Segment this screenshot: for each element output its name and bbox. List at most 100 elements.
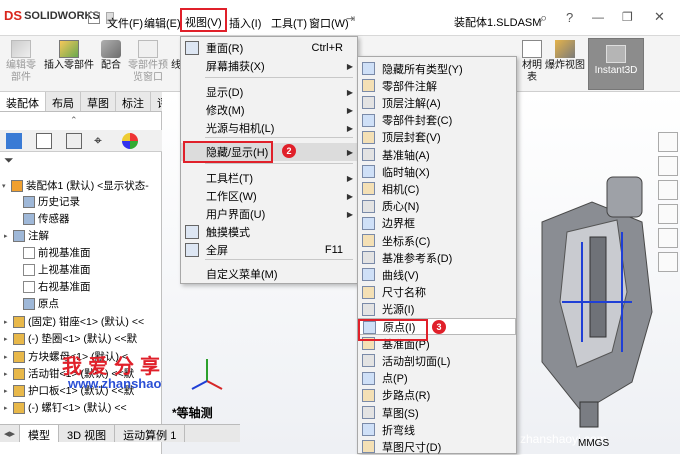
file-explorer-icon[interactable] — [658, 180, 678, 200]
submenu-item-bend-line[interactable]: 折弯线 — [358, 421, 516, 438]
tree-expand-icon[interactable]: ▸ — [4, 404, 12, 412]
mate-button[interactable]: 配合 — [98, 38, 124, 90]
submenu-item-temp-axis[interactable]: 临时轴(X) — [358, 163, 516, 180]
home-icon[interactable] — [88, 12, 100, 24]
ds-logo-icon: DS — [4, 8, 23, 23]
tree-item[interactable]: ▸ 注解 — [0, 227, 49, 244]
menu-tools[interactable]: 工具(T) — [268, 13, 310, 33]
tree-item[interactable]: 前视基准面 — [0, 244, 91, 261]
tree-item-label: 装配体1 (默认) <显示状态- — [26, 180, 149, 192]
menu-item-toolbars[interactable]: 工具栏(T) ▶ — [181, 169, 357, 187]
close-icon[interactable]: ✕ — [654, 9, 665, 25]
tree-expand-icon[interactable]: ▸ — [4, 387, 12, 395]
tab-annotation[interactable]: 标注 — [116, 92, 151, 111]
tab-sketch[interactable]: 草图 — [81, 92, 116, 111]
menu-insert[interactable]: 插入(I) — [226, 13, 264, 33]
tree-expand-icon[interactable]: ▸ — [4, 232, 12, 240]
submenu-item-top-envelope[interactable]: 顶层封套(V) — [358, 129, 516, 146]
instant3d-button[interactable]: Instant3D — [588, 38, 644, 90]
instant3d-label: Instant3D — [594, 65, 638, 76]
submenu-item-point[interactable]: 点(P) — [358, 370, 516, 387]
menu-item-user-interface[interactable]: 用户界面(U) ▶ — [181, 205, 357, 223]
help-icon[interactable]: ? — [566, 10, 573, 25]
menu-item-lights-cameras[interactable]: 光源与相机(L) ▶ — [181, 119, 357, 137]
curve-icon — [362, 268, 375, 282]
menu-window[interactable]: 窗口(W) — [306, 13, 352, 33]
menu-file[interactable]: 文件(F) — [104, 13, 146, 33]
menu-item-workspace[interactable]: 工作区(W) ▶ — [181, 187, 357, 205]
submenu-item-reference-frame[interactable]: 基准参考系(D) — [358, 249, 516, 266]
property-manager-icon[interactable] — [36, 133, 52, 149]
tree-item[interactable]: ▸ (-) 螺钉<1> (默认) << — [0, 399, 127, 416]
tab-nav-arrows-icon[interactable]: ◂▸ — [0, 425, 21, 442]
tree-expand-icon[interactable]: ▾ — [2, 182, 10, 190]
funnel-icon[interactable]: ⏷ — [4, 153, 14, 168]
tree-expand-icon[interactable]: ▸ — [4, 318, 12, 326]
tree-item[interactable]: 历史记录 — [0, 193, 80, 210]
restore-icon[interactable]: ❐ — [622, 10, 633, 24]
tree-item[interactable]: 传感器 — [0, 210, 70, 227]
tree-item[interactable]: 原点 — [0, 295, 59, 312]
submenu-item-light[interactable]: 光源(I) — [358, 301, 516, 318]
menu-item-redraw[interactable]: 重面(R) Ctrl+R — [181, 39, 357, 57]
view-palette-icon[interactable] — [658, 204, 678, 224]
appearances-icon[interactable] — [658, 228, 678, 248]
edit-component-button[interactable]: 编辑零 部件 — [2, 38, 40, 90]
tree-item[interactable]: 右视基准面 — [0, 278, 91, 295]
search-icon[interactable]: ⌕ — [540, 10, 547, 26]
tree-expand-icon[interactable]: ▸ — [4, 353, 12, 361]
menu-item-fullscreen[interactable]: 全屏 F11 — [181, 241, 357, 259]
submenu-item-bounding-box[interactable]: 边界框 — [358, 215, 516, 232]
tab-layout[interactable]: 布局 — [46, 92, 81, 111]
menu-item-customize-menu[interactable]: 自定义菜单(M) — [181, 265, 357, 283]
submenu-item-section-plane[interactable]: 活动剖切面(L) — [358, 352, 516, 369]
tree-item[interactable]: ▾ 装配体1 (默认) <显示状态- — [0, 177, 149, 194]
sketch-icon — [362, 406, 375, 419]
menu-edit[interactable]: 编辑(E) — [141, 13, 184, 33]
bom-button[interactable]: 材明 表 — [520, 38, 544, 90]
submenu-item-sketch-dimension[interactable]: 草图尺寸(D) — [358, 438, 516, 455]
insert-component-button[interactable]: 插入零部件 — [42, 38, 96, 90]
tree-item[interactable]: 上视基准面 — [0, 261, 91, 278]
submenu-item-component-envelope[interactable]: 零部件封套(C) — [358, 112, 516, 129]
display-manager-icon[interactable] — [122, 133, 138, 149]
menu-item-display[interactable]: 显示(D) ▶ — [181, 83, 357, 101]
submenu-item-component-annotation[interactable]: 零部件注解 — [358, 77, 516, 94]
submenu-item-top-annotation[interactable]: 顶层注解(A) — [358, 94, 516, 111]
tree-expand-icon[interactable]: ▸ — [4, 335, 12, 343]
submenu-item-hide-all[interactable]: 隐藏所有类型(Y) — [358, 60, 516, 77]
menu-item-screen-capture[interactable]: 屏幕捕获(X) ▶ — [181, 57, 357, 75]
tree-expand-icon[interactable]: ▸ — [4, 370, 12, 378]
design-library-icon[interactable] — [658, 156, 678, 176]
submenu-item-sketch[interactable]: 草图(S) — [358, 404, 516, 421]
dimxpert-icon[interactable]: ⌖ — [94, 133, 110, 149]
component-preview-button[interactable]: 零部件预 览窗口 — [126, 38, 170, 90]
menu-item-label: 屏幕捕获(X) — [206, 61, 265, 73]
submenu-item-center-of-mass[interactable]: 质心(N) — [358, 198, 516, 215]
pin-icon[interactable]: ⇥ — [346, 12, 355, 25]
tree-item[interactable]: ▸ (固定) 钳座<1> (默认) << — [0, 313, 144, 330]
minimize-icon[interactable]: — — [592, 10, 604, 24]
units-status[interactable]: MMGS — [578, 438, 609, 449]
tab-model[interactable]: 模型 — [20, 425, 60, 442]
home-tp-icon[interactable] — [658, 132, 678, 152]
menu-item-touch-mode[interactable]: 触摸模式 — [181, 223, 357, 241]
submenu-item-route-point[interactable]: 步路点(R) — [358, 387, 516, 404]
submenu-item-camera[interactable]: 相机(C) — [358, 180, 516, 197]
menu-item-modify[interactable]: 修改(M) ▶ — [181, 101, 357, 119]
tab-3d-view[interactable]: 3D 视图 — [59, 425, 116, 442]
submenu-item-coordinate-system[interactable]: 坐标系(C) — [358, 232, 516, 249]
tab-assembly[interactable]: 装配体 — [0, 92, 46, 111]
solidworks-logo[interactable]: DS SOLIDWORKS — [4, 8, 100, 23]
feature-tree-icon[interactable] — [6, 133, 22, 149]
panel-collapse-handle[interactable]: ⌃ — [70, 115, 78, 126]
tab-motion-study[interactable]: 运动算例 1 — [115, 425, 186, 442]
tree-item[interactable]: ▸ (-) 垫圈<1> (默认) <<默 — [0, 330, 137, 347]
exploded-view-button[interactable]: 爆炸视图 — [544, 38, 586, 90]
custom-properties-icon[interactable] — [658, 252, 678, 272]
menu-view[interactable]: 视图(V) — [180, 8, 227, 32]
configuration-manager-icon[interactable] — [66, 133, 82, 149]
submenu-item-dimension-name[interactable]: 尺寸名称 — [358, 284, 516, 301]
submenu-item-curve[interactable]: 曲线(V) — [358, 266, 516, 283]
submenu-item-axis[interactable]: 基准轴(A) — [358, 146, 516, 163]
